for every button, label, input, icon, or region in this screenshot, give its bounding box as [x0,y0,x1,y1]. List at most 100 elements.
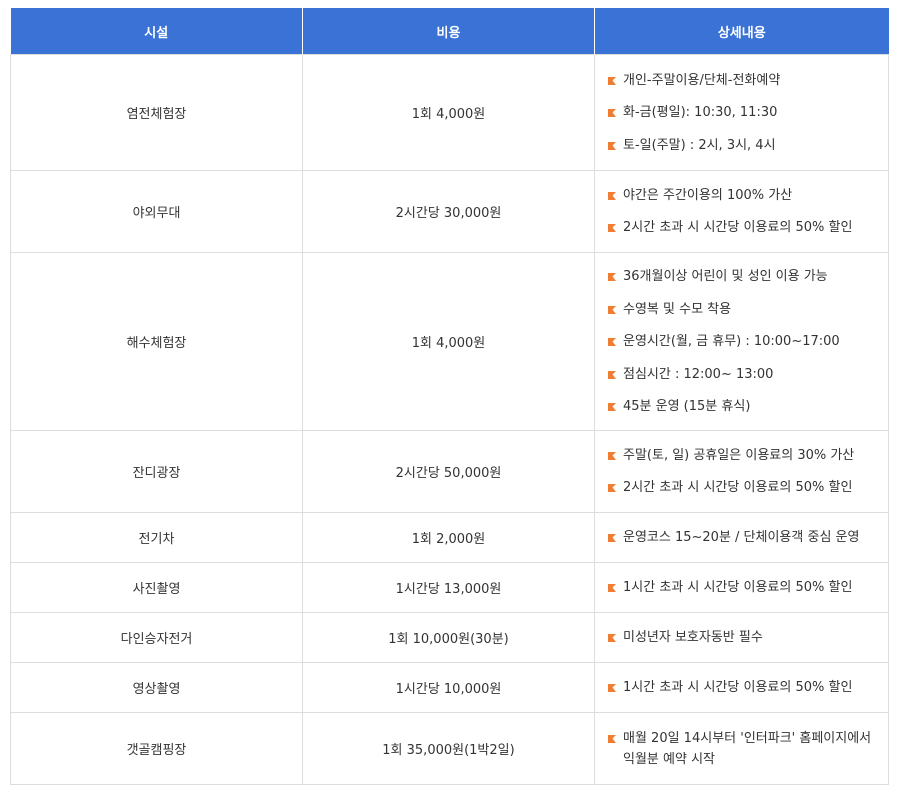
facility-cell: 영상촬영 [10,662,303,713]
orange-flag-bullet-icon [608,403,616,411]
details-list: 매월 20일 14시부터 '인터파크' 홈페이지에서 익월분 예약 시작 [607,728,878,770]
facility-cell: 염전체험장 [10,54,303,171]
table-row: 영상촬영 1시간당 10,000원 1시간 초과 시 시간당 이용료의 50% 할인 [10,662,889,713]
details-text: 1시간 초과 시 시간당 이용료의 50% 할인 [623,580,853,595]
orange-flag-bullet-icon [608,273,616,281]
details-list-item: 1시간 초과 시 시간당 이용료의 50% 할인 [607,677,878,698]
table-row: 갯골캠핑장 1회 35,000원(1박2일) 매월 20일 14시부터 '인터파크'… [10,712,889,785]
details-cell: 매월 20일 14시부터 '인터파크' 홈페이지에서 익월분 예약 시작 [594,712,889,785]
table-body: 염전체험장 1회 4,000원 개인-주말이용/단체-전화예약 화-금(평일): 10… [10,54,889,785]
details-list-item: 토-일(주말) : 2시, 3시, 4시 [607,135,878,156]
facility-cell: 다인승자전거 [10,612,303,663]
cost-cell: 1시간당 10,000원 [302,662,595,713]
orange-flag-bullet-icon [608,370,616,379]
table-header: 시설 비용 상세내용 [10,8,889,55]
details-list-item: 36개월이상 어린이 및 성인 이용 가능 [607,266,878,287]
details-list: 개인-주말이용/단체-전화예약화-금(평일): 10:30, 11:30 토-일(… [607,70,878,156]
orange-flag-bullet-icon [608,484,616,493]
facility-cell: 야외무대 [10,170,303,253]
cost-cell: 1회 10,000원(30분) [302,612,595,663]
table-row: 다인승자전거 1회 10,000원(30분) 미성년자 보호자동반 필수 [10,612,889,663]
details-list-item: 화-금(평일): 10:30, 11:30 [607,102,878,123]
details-list-item: 운영코스 15~20분 / 단체이용객 중심 운영 [607,527,878,548]
details-cell: 주말(토, 일) 공휴일은 이용료의 30% 가산 2시간 초과 시 시간당 이용… [594,430,889,513]
details-cell: 1시간 초과 시 시간당 이용료의 50% 할인 [594,662,889,713]
orange-flag-bullet-icon [608,338,616,346]
cost-cell: 1회 4,000원 [302,54,595,171]
details-text: 2시간 초과 시 시간당 이용료의 50% 할인 [623,480,853,496]
details-text: 매월 20일 14시부터 '인터파크' 홈페이지에서 익월분 예약 시작 [623,730,872,767]
details-cell: 미성년자 보호자동반 필수 [594,612,889,663]
orange-flag-bullet-icon [608,109,616,117]
cost-cell: 2시간당 50,000원 [302,430,595,513]
facility-cell: 전기차 [10,512,303,563]
details-text: 미성년자 보호자동반 필수 [623,630,763,645]
details-text: 운영코스 15~20분 / 단체이용객 중심 운영 [623,530,860,545]
details-list-item: 수영복 및 수모 착용 [607,299,878,320]
details-list-item: 매월 20일 14시부터 '인터파크' 홈페이지에서 익월분 예약 시작 [607,728,878,770]
header-row: 시설 비용 상세내용 [10,8,889,55]
details-list: 주말(토, 일) 공휴일은 이용료의 30% 가산 2시간 초과 시 시간당 이용… [607,445,878,499]
table-row: 잔디광장 2시간당 50,000원 주말(토, 일) 공휴일은 이용료의 30% 가… [10,430,889,513]
details-cell: 1시간 초과 시 시간당 이용료의 50% 할인 [594,562,889,613]
orange-flag-bullet-icon [608,734,616,743]
facility-cell: 사진촬영 [10,562,303,613]
table-row: 염전체험장 1회 4,000원 개인-주말이용/단체-전화예약 화-금(평일): 10… [10,54,889,171]
details-cell: 운영코스 15~20분 / 단체이용객 중심 운영 [594,512,889,563]
cost-cell: 1회 35,000원(1박2일) [302,712,595,785]
header-facility: 시설 [10,8,303,55]
details-text: 수영복 및 수모 착용 [623,301,732,317]
orange-flag-bullet-icon [608,141,616,150]
cost-cell: 1회 2,000원 [302,512,595,563]
table-row: 야외무대 2시간당 30,000원 야간은 주간이용의 100% 가산 2시간 초과 … [10,170,889,253]
orange-flag-bullet-icon [608,534,616,542]
header-details: 상세내용 [594,8,889,55]
orange-flag-bullet-icon [608,224,616,233]
details-list-item: 1시간 초과 시 시간당 이용료의 50% 할인 [607,577,878,598]
details-list-item: 개인-주말이용/단체-전화예약 [607,70,878,91]
table-row: 전기차 1회 2,000원 운영코스 15~20분 / 단체이용객 중심 운영 [10,512,889,563]
details-list: 1시간 초과 시 시간당 이용료의 50% 할인 [607,577,878,598]
details-list-item: 점심시간 : 12:00~ 13:00 [607,364,878,385]
details-text: 36개월이상 어린이 및 성인 이용 가능 [623,269,828,284]
cost-cell: 2시간당 30,000원 [302,170,595,253]
details-list-item: 45분 운영 (15분 휴식) [607,396,878,417]
details-cell: 야간은 주간이용의 100% 가산 2시간 초과 시 시간당 이용료의 50% 할… [594,170,889,253]
facility-fee-table: 시설 비용 상세내용 염전체험장 1회 4,000원 개인-주말이용/단체-전화예약… [10,8,889,785]
details-cell: 개인-주말이용/단체-전화예약화-금(평일): 10:30, 11:30 토-일(… [594,54,889,171]
facility-fee-table-container: 시설 비용 상세내용 염전체험장 1회 4,000원 개인-주말이용/단체-전화예약… [10,8,889,785]
details-text: 토-일(주말) : 2시, 3시, 4시 [623,137,776,153]
details-text: 운영시간(월, 금 휴무) : 10:00~17:00 [623,334,840,349]
orange-flag-bullet-icon [608,584,616,592]
details-text: 45분 운영 (15분 휴식) [623,399,751,414]
details-list: 1시간 초과 시 시간당 이용료의 50% 할인 [607,677,878,698]
details-list: 미성년자 보호자동반 필수 [607,627,878,648]
orange-flag-bullet-icon [608,305,616,314]
cost-cell: 1시간당 13,000원 [302,562,595,613]
details-text: 2시간 초과 시 시간당 이용료의 50% 할인 [623,220,853,236]
header-cost: 비용 [302,8,595,55]
cost-cell: 1회 4,000원 [302,252,595,431]
facility-cell: 해수체험장 [10,252,303,431]
details-list-item: 야간은 주간이용의 100% 가산 [607,185,878,206]
details-text: 개인-주말이용/단체-전화예약 [623,72,781,88]
details-list: 야간은 주간이용의 100% 가산 2시간 초과 시 시간당 이용료의 50% 할… [607,185,878,239]
orange-flag-bullet-icon [608,76,616,85]
details-text: 주말(토, 일) 공휴일은 이용료의 30% 가산 [623,447,855,463]
orange-flag-bullet-icon [608,451,616,460]
details-cell: 36개월이상 어린이 및 성인 이용 가능수영복 및 수모 착용운영시간(월, … [594,252,889,431]
details-text: 점심시간 : 12:00~ 13:00 [623,366,774,382]
facility-cell: 갯골캠핑장 [10,712,303,785]
table-row: 해수체험장 1회 4,000원 36개월이상 어린이 및 성인 이용 가능 수영복 및… [10,252,889,431]
orange-flag-bullet-icon [608,191,616,200]
details-list-item: 주말(토, 일) 공휴일은 이용료의 30% 가산 [607,445,878,466]
details-list-item: 2시간 초과 시 시간당 이용료의 50% 할인 [607,217,878,238]
details-list-item: 미성년자 보호자동반 필수 [607,627,878,648]
table-row: 사진촬영 1시간당 13,000원 1시간 초과 시 시간당 이용료의 50% 할인 [10,562,889,613]
orange-flag-bullet-icon [608,684,616,692]
details-list-item: 2시간 초과 시 시간당 이용료의 50% 할인 [607,477,878,498]
details-text: 1시간 초과 시 시간당 이용료의 50% 할인 [623,680,853,695]
details-text: 화-금(평일): 10:30, 11:30 [623,105,778,120]
details-text: 야간은 주간이용의 100% 가산 [623,187,793,203]
facility-cell: 잔디광장 [10,430,303,513]
